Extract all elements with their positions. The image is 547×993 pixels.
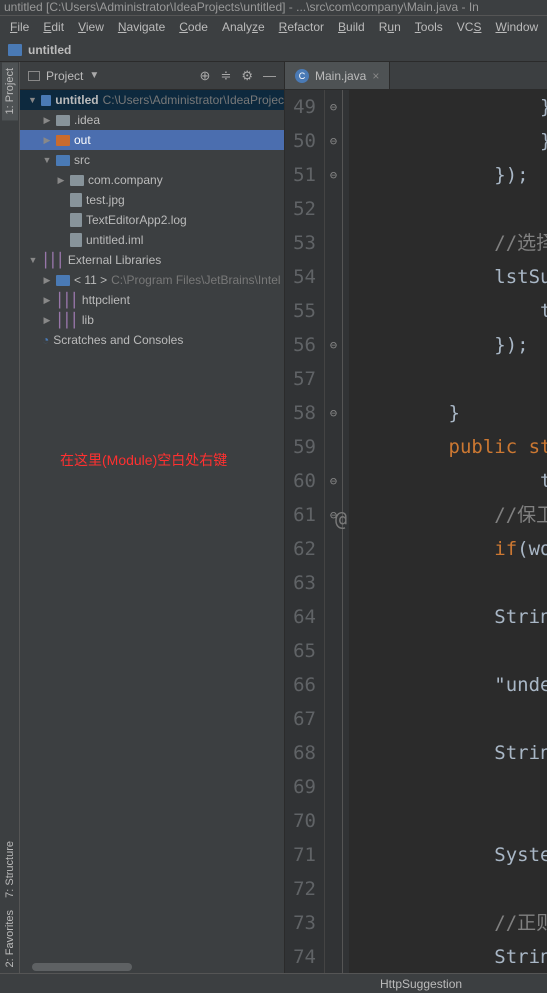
tree-node-texteditorlog[interactable]: TextEditorApp2.log [20,210,284,230]
folder-icon [8,44,22,56]
expand-arrow-icon[interactable]: ▶ [42,115,52,126]
status-bar: HttpSuggestion [0,973,547,993]
line-number-gutter[interactable]: 4950515253545556575859606162636465666768… [285,90,325,973]
menu-file[interactable]: File [4,18,35,36]
horizontal-scrollbar[interactable] [22,961,282,973]
tree-node-external-libraries[interactable]: ▼ ⎮⎮⎮ External Libraries [20,250,284,270]
file-icon [70,213,82,227]
library-icon: ⎮⎮⎮ [42,252,64,269]
breadcrumb: untitled [0,38,547,62]
tree-node-httpclient[interactable]: ▶ ⎮⎮⎮ httpclient [20,290,284,310]
annotation-overlay: 在这里(Module)空白处右键 [60,450,227,470]
editor: C Main.java × 49505152535455565758596061… [285,62,547,973]
tool-tab-favorites[interactable]: 2: Favorites [2,904,18,973]
status-text: HttpSuggestion [380,977,462,991]
tab-label: Main.java [315,69,366,83]
jdk-icon [56,275,70,286]
tree-node-idea[interactable]: ▶ .idea [20,110,284,130]
class-icon: C [295,69,309,83]
hide-icon[interactable]: — [263,68,276,84]
tree-node-root[interactable]: ▼ untitled C:\Users\Administrator\IdeaPr… [20,90,284,110]
menu-bar: File Edit View Navigate Code Analyze Ref… [0,16,547,38]
menu-build[interactable]: Build [332,18,371,36]
menu-tools[interactable]: Tools [409,18,449,36]
menu-edit[interactable]: Edit [37,18,70,36]
project-panel-header: Project ▼ ⊕ ≑ ⚙ — [20,62,284,90]
gear-icon[interactable]: ⚙ [241,68,253,84]
breadcrumb-text[interactable]: untitled [28,43,71,57]
file-icon [70,193,82,207]
menu-navigate[interactable]: Navigate [112,18,171,36]
menu-refactor[interactable]: Refactor [273,18,330,36]
source-folder-icon [56,155,70,166]
menu-view[interactable]: View [72,18,110,36]
library-icon: ⎮⎮⎮ [56,292,78,309]
menu-run[interactable]: Run [373,18,407,36]
tool-tab-structure[interactable]: 7: Structure [2,835,18,904]
title-bar: untitled [C:\Users\Administrator\IdeaPro… [0,0,547,16]
code-lines[interactable]: } } }); //选择 lstSug tx }); } public sta … [349,90,547,973]
scrollbar-thumb[interactable] [32,963,132,971]
locate-icon[interactable]: ⊕ [200,68,211,84]
menu-window[interactable]: Window [489,18,544,36]
editor-tab-main[interactable]: C Main.java × [285,62,390,89]
project-header-title: Project [46,69,83,83]
module-icon [41,95,51,106]
expand-arrow-icon[interactable]: ▶ [42,315,52,326]
expand-arrow-icon[interactable]: ▶ [42,275,52,286]
close-icon[interactable]: × [372,69,379,83]
tree-node-jdk[interactable]: ▶ < 11 > C:\Program Files\JetBrains\Inte… [20,270,284,290]
expand-arrow-icon[interactable]: ▼ [42,155,52,165]
scratches-icon: ◔ [42,333,49,347]
library-icon: ⎮⎮⎮ [56,312,78,329]
fold-gutter[interactable]: ⊖⊖⊖⊖⊖⊖⊖ [325,90,343,973]
at-marker-icon: @ [335,507,347,531]
expand-arrow-icon[interactable]: ▼ [28,95,37,105]
menu-vcs[interactable]: VCS [451,18,488,36]
tree-node-lib[interactable]: ▶ ⎮⎮⎮ lib [20,310,284,330]
package-icon [70,175,84,186]
expand-arrow-icon[interactable]: ▶ [56,175,66,186]
chevron-down-icon: ▼ [89,70,99,81]
project-icon [28,71,40,81]
expand-arrow-icon[interactable]: ▶ [42,135,52,146]
tree-node-testjpg[interactable]: test.jpg [20,190,284,210]
editor-tabs: C Main.java × [285,62,547,90]
tree-node-scratches[interactable]: ◔ Scratches and Consoles [20,330,284,350]
project-panel: Project ▼ ⊕ ≑ ⚙ — ▼ untitled C:\Users\Ad… [20,62,285,973]
tree-node-iml[interactable]: untitled.iml [20,230,284,250]
left-tool-strip: 1: Project 7: Structure 2: Favorites [0,62,20,973]
tool-tab-project[interactable]: 1: Project [2,62,18,120]
folder-icon [56,135,70,146]
menu-code[interactable]: Code [173,18,214,36]
file-icon [70,233,82,247]
project-view-selector[interactable]: Project ▼ [28,69,194,83]
menu-analyze[interactable]: Analyze [216,18,271,36]
expand-arrow-icon[interactable]: ▼ [28,255,38,265]
tree-node-src[interactable]: ▼ src [20,150,284,170]
project-tree: ▼ untitled C:\Users\Administrator\IdeaPr… [20,90,284,973]
tree-node-out[interactable]: ▶ out [20,130,284,150]
tree-node-company[interactable]: ▶ com.company [20,170,284,190]
expand-arrow-icon[interactable]: ▶ [42,295,52,306]
collapse-icon[interactable]: ≑ [220,68,231,84]
folder-icon [56,115,70,126]
